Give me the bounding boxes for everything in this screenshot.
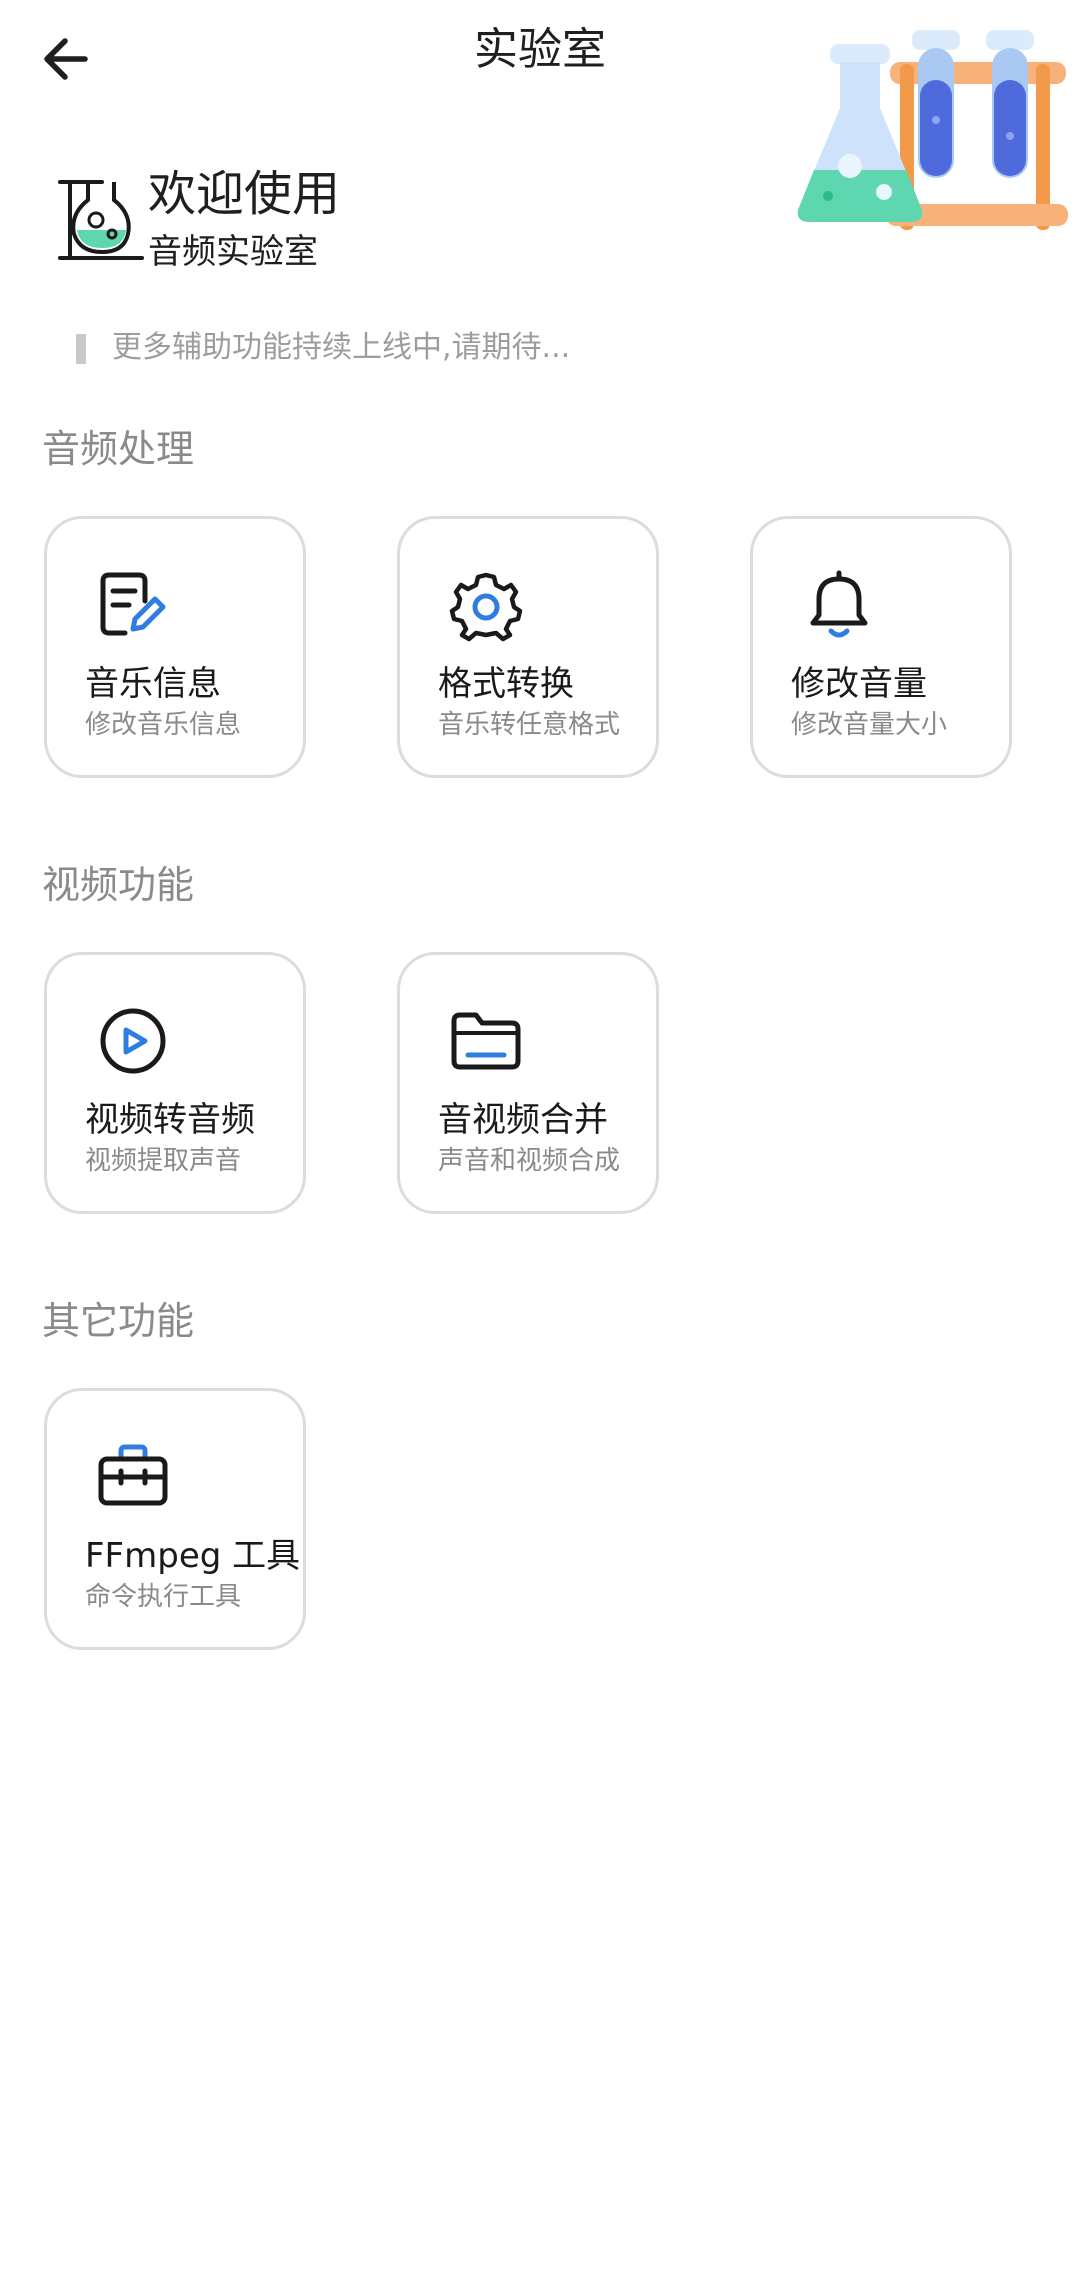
card-ffmpeg-tool[interactable]: FFmpeg 工具 命令执行工具 (44, 1388, 306, 1650)
notice-bar (76, 334, 86, 364)
edit-document-icon (100, 572, 166, 636)
lab-flask-illustration (797, 30, 1068, 230)
card-subtitle: 修改音量大小 (791, 710, 948, 740)
welcome-subtitle: 音频实验室 (148, 232, 318, 272)
card-music-info[interactable]: 音乐信息 修改音乐信息 (44, 516, 306, 778)
card-subtitle: 视频提取声音 (85, 1146, 242, 1176)
card-subtitle: 修改音乐信息 (85, 710, 242, 740)
card-title: 格式转换 (438, 664, 574, 704)
play-circle-icon (100, 1008, 166, 1074)
flask-logo-icon (58, 180, 144, 260)
toolbox-icon (98, 1444, 168, 1506)
notice-text: 更多辅助功能持续上线中,请期待... (112, 330, 571, 365)
card-format-convert[interactable]: 格式转换 音乐转任意格式 (397, 516, 659, 778)
bell-icon (810, 570, 868, 638)
card-title: 修改音量 (791, 664, 927, 704)
section-title-audio: 音频处理 (42, 427, 195, 471)
card-title: 视频转音频 (85, 1100, 255, 1140)
card-subtitle: 声音和视频合成 (438, 1146, 621, 1176)
section-title-video: 视频功能 (42, 863, 195, 907)
card-title: 音乐信息 (85, 664, 221, 704)
gear-icon (449, 572, 523, 642)
section-title-other: 其它功能 (42, 1299, 195, 1343)
card-title: FFmpeg 工具 (85, 1536, 301, 1576)
card-video-to-audio[interactable]: 视频转音频 视频提取声音 (44, 952, 306, 1214)
card-av-merge[interactable]: 音视频合并 声音和视频合成 (397, 952, 659, 1214)
card-subtitle: 音乐转任意格式 (438, 710, 621, 740)
welcome-title: 欢迎使用 (148, 166, 341, 222)
card-subtitle: 命令执行工具 (85, 1582, 242, 1612)
folder-icon (451, 1012, 521, 1070)
card-title: 音视频合并 (438, 1100, 608, 1140)
card-volume[interactable]: 修改音量 修改音量大小 (750, 516, 1012, 778)
